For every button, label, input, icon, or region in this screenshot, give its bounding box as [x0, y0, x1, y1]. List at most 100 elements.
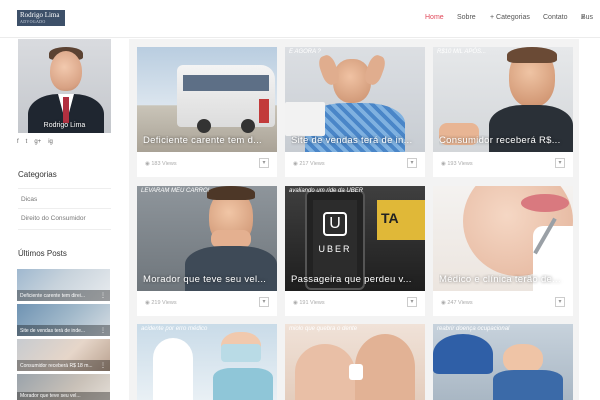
nav-home[interactable]: Home: [425, 14, 444, 21]
facebook-icon[interactable]: f: [17, 139, 19, 145]
post-views-count: 183 Views: [151, 161, 177, 167]
chevron-down-icon[interactable]: ▾: [259, 297, 269, 307]
post-card[interactable]: Médico e clínica terão de... ◉ 247 Views…: [433, 186, 573, 316]
post-card[interactable]: TA U UBER avaliando um ride da UBER Pass…: [285, 186, 425, 316]
profile-face: [50, 51, 82, 91]
recent-post-item[interactable]: Consumidor receberá R$ 18 m... ⋮: [17, 339, 110, 371]
image-caption: miolo que quebra o dente: [289, 326, 358, 332]
image-caption: E AGORA ?: [289, 49, 321, 55]
post-card[interactable]: Deficiente carente tem d... ◉ 183 Views …: [137, 47, 277, 177]
image-caption: R$10 MIL APÓS...: [437, 49, 487, 55]
chevron-down-icon[interactable]: ▾: [407, 297, 417, 307]
post-card[interactable]: E AGORA ? Site de vendas terá de in... ◉…: [285, 47, 425, 177]
post-card[interactable]: reabrir doença ocupacional: [433, 324, 573, 400]
eye-icon: ◉: [441, 161, 446, 167]
post-views: ◉ 217 Views: [293, 161, 325, 167]
post-thumbnail[interactable]: reabrir doença ocupacional: [433, 324, 573, 400]
post-views-count: 247 Views: [447, 300, 473, 306]
person-hair: [507, 47, 557, 63]
recent-post-title: Morador que teve seu vel...: [20, 393, 81, 399]
more-vert-icon[interactable]: ⋮: [100, 362, 106, 369]
post-views: ◉ 183 Views: [145, 161, 177, 167]
post-title[interactable]: Morador que teve seu vel...: [143, 274, 271, 285]
recent-post-title: Consumidor receberá R$ 18 m...: [20, 363, 93, 369]
recent-post-item[interactable]: Morador que teve seu vel...: [17, 374, 110, 400]
recent-post-title: Site de vendas terá de inde...: [20, 328, 86, 334]
post-title[interactable]: Site de vendas terá de in...: [291, 135, 419, 146]
social-links: f t g+ ig: [17, 139, 53, 145]
eye-icon: ◉: [145, 300, 150, 306]
google-plus-icon[interactable]: g+: [34, 139, 41, 145]
scrubs-shape: [213, 368, 273, 400]
divider: [18, 208, 111, 209]
recent-post-item[interactable]: Deficiente carente tem direi... ⋮: [17, 269, 110, 301]
post-card[interactable]: LEVARAM MEU CARRO! Morador que teve seu …: [137, 186, 277, 316]
post-views-count: 219 Views: [151, 300, 177, 306]
profile-name: Rodrigo Lima: [43, 122, 86, 129]
post-card[interactable]: miolo que quebra o dente: [285, 324, 425, 400]
person-shirt: [493, 370, 563, 400]
laptop-shape: [285, 102, 325, 136]
uber-text: UBER: [318, 244, 352, 254]
nav-about[interactable]: Sobre: [457, 14, 476, 21]
image-caption: LEVARAM MEU CARRO!: [141, 188, 210, 194]
post-thumbnail[interactable]: miolo que quebra o dente: [285, 324, 425, 400]
doctor-coat: [153, 338, 193, 400]
category-link-dicas[interactable]: Dicas: [21, 196, 37, 203]
lips-shape: [521, 194, 569, 212]
site-header: Rodrigo Lima ADVOGADO Home Sobre + Categ…: [0, 0, 600, 38]
bus-wheel: [241, 119, 255, 133]
more-vert-icon[interactable]: ⋮: [100, 292, 106, 299]
recent-post-title: Deficiente carente tem direi...: [20, 293, 86, 299]
image-caption: avaliando um ride da UBER: [289, 188, 364, 194]
post-views-count: 217 Views: [299, 161, 325, 167]
post-title[interactable]: Médico e clínica terão de...: [439, 274, 567, 285]
profile-tie: [63, 97, 69, 123]
chevron-down-icon[interactable]: ▾: [407, 158, 417, 168]
eye-icon: ◉: [441, 300, 446, 306]
post-card[interactable]: R$10 MIL APÓS... Consumidor receberá R$.…: [433, 47, 573, 177]
recent-post-item[interactable]: Site de vendas terá de inde... ⋮: [17, 304, 110, 336]
instagram-icon[interactable]: ig: [48, 139, 53, 145]
image-caption: reabrir doença ocupacional: [437, 326, 510, 332]
post-title[interactable]: Consumidor receberá R$...: [439, 135, 567, 146]
chevron-down-icon[interactable]: ▾: [555, 297, 565, 307]
person-hand: [316, 53, 342, 87]
hand-shape: [355, 334, 415, 400]
divider: [18, 188, 111, 189]
chevron-down-icon[interactable]: ▾: [555, 158, 565, 168]
person-hair: [207, 186, 255, 200]
nav-contact[interactable]: Contato: [543, 14, 568, 21]
eye-icon: ◉: [145, 161, 150, 167]
image-caption: acidente por erro médico: [141, 326, 208, 332]
post-title[interactable]: Deficiente carente tem d...: [143, 135, 271, 146]
profile-photo[interactable]: Rodrigo Lima: [18, 39, 111, 133]
tooth-shape: [349, 364, 363, 380]
post-views: ◉ 191 Views: [293, 300, 325, 306]
bus-wheel: [197, 119, 211, 133]
nav-categories[interactable]: + Categorias: [490, 14, 530, 21]
post-thumbnail[interactable]: acidente por erro médico: [137, 324, 277, 400]
nav-search-label: Bus: [581, 14, 594, 21]
post-card[interactable]: acidente por erro médico: [137, 324, 277, 400]
uber-logo-icon: U: [323, 212, 347, 236]
main-nav: Home Sobre + Categorias Contato ⌕ Bus: [0, 14, 600, 26]
post-views: ◉ 193 Views: [441, 161, 473, 167]
divider: [18, 229, 111, 230]
taxi-sign-text: TA: [381, 210, 399, 226]
twitter-icon[interactable]: t: [26, 139, 28, 145]
more-vert-icon[interactable]: ⋮: [100, 327, 106, 334]
post-views-count: 191 Views: [299, 300, 325, 306]
category-link-direito[interactable]: Direito do Consumidor: [21, 215, 86, 222]
eye-icon: ◉: [293, 300, 298, 306]
post-title[interactable]: Passageira que perdeu v...: [291, 274, 419, 285]
mask-shape: [221, 344, 261, 362]
categories-heading: Categorias: [18, 170, 57, 179]
chevron-down-icon[interactable]: ▾: [259, 158, 269, 168]
recent-posts-heading: Últimos Posts: [18, 249, 67, 258]
post-views-count: 193 Views: [447, 161, 473, 167]
bus-window: [183, 75, 269, 91]
post-views: ◉ 219 Views: [145, 300, 177, 306]
post-views: ◉ 247 Views: [441, 300, 473, 306]
hard-hat-shape: [433, 334, 493, 374]
